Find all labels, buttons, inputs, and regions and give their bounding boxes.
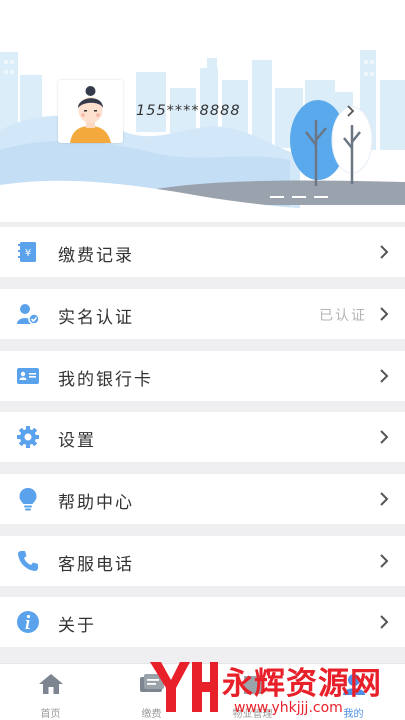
menu-item-real-name-auth[interactable]: 实名认证 已认证 (0, 289, 405, 339)
menu-item-label: 客服电话 (58, 555, 134, 575)
menu-item-label: 帮助中心 (58, 493, 134, 513)
payment-icon (140, 674, 164, 692)
chevron-right-icon (380, 307, 389, 321)
menu-item-help-center[interactable]: 帮助中心 (0, 474, 405, 524)
chevron-right-icon (380, 430, 389, 444)
tab-mine[interactable]: 我的 (303, 664, 404, 720)
menu-item-settings[interactable]: 设置 (0, 412, 405, 462)
bank-card-icon (17, 368, 39, 384)
info-icon (17, 611, 39, 633)
user-icon (343, 674, 365, 695)
chevron-right-icon (380, 245, 389, 259)
chevron-right-icon (380, 554, 389, 568)
menu-item-bank-card[interactable]: 我的银行卡 (0, 351, 405, 401)
receipt-icon: ¥ (18, 242, 36, 262)
menu-item-label: 缴费记录 (58, 246, 134, 266)
menu-item-label: 设置 (58, 431, 96, 451)
tab-label: 首页 (40, 709, 61, 720)
menu-item-about[interactable]: 关于 (0, 597, 405, 647)
menu-item-label: 我的银行卡 (58, 370, 153, 390)
chevron-right-icon (346, 105, 354, 117)
phone-icon (18, 551, 38, 571)
chevron-right-icon (380, 369, 389, 383)
tab-property-management[interactable]: 物业管理 (202, 664, 303, 720)
user-avatar-icon (58, 80, 123, 143)
tab-label: 缴费 (141, 709, 162, 720)
menu-item-customer-service[interactable]: 客服电话 (0, 536, 405, 586)
phone-number: 155****8888 (136, 103, 241, 119)
tab-home[interactable]: 首页 (0, 664, 101, 720)
verified-user-icon (17, 304, 40, 325)
bottom-tab-bar: 首页 缴费 物业管理 我的 (0, 663, 405, 720)
auth-status-text: 已认证 (319, 308, 367, 324)
menu-item-label: 实名认证 (58, 308, 134, 328)
lightbulb-icon (19, 488, 37, 511)
chevron-right-icon (380, 492, 389, 506)
menu-item-label: 关于 (58, 616, 96, 636)
chevron-right-icon (380, 615, 389, 629)
tab-label: 我的 (343, 709, 364, 720)
gear-icon (17, 426, 39, 448)
home-icon (39, 674, 63, 694)
menu-item-payment-records[interactable]: ¥ 缴费记录 (0, 227, 405, 277)
property-icon (244, 676, 262, 694)
avatar[interactable] (58, 80, 123, 143)
tab-payment[interactable]: 缴费 (101, 664, 202, 720)
profile-header: 155****8888 (0, 0, 405, 222)
phone-row[interactable]: 155****8888 (136, 99, 357, 123)
svg-text:¥: ¥ (25, 248, 31, 259)
tab-label: 物业管理 (232, 709, 273, 720)
